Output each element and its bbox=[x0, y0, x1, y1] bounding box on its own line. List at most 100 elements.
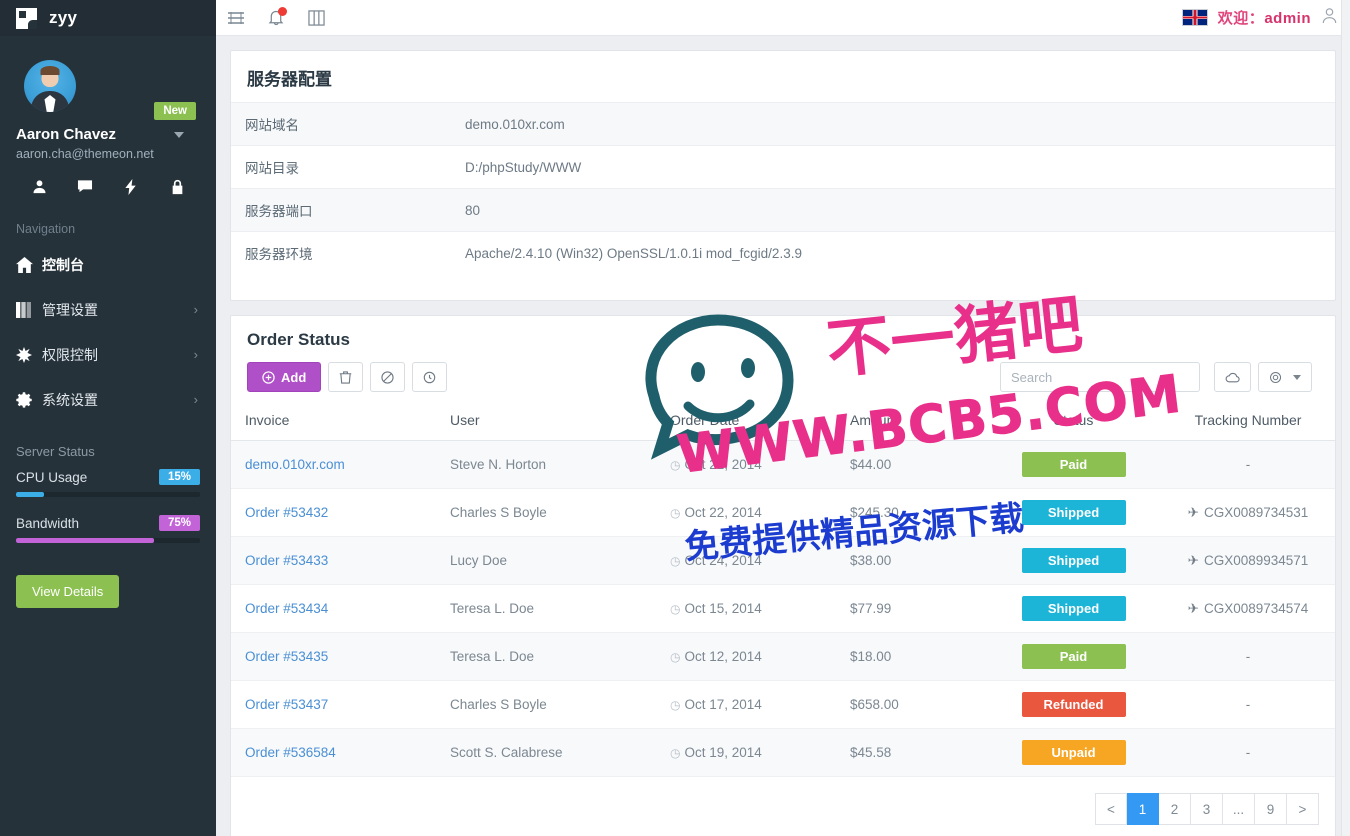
table-row[interactable]: Order #536584 Scott S. Calabrese ◷ Oct 19, … bbox=[231, 728, 1335, 777]
column-header-order-date[interactable]: Order Date bbox=[656, 406, 836, 441]
bandwidth-bar bbox=[16, 538, 200, 543]
pagination-item[interactable]: > bbox=[1287, 793, 1319, 825]
column-header-amount[interactable]: Amount bbox=[836, 406, 986, 441]
pagination-item[interactable]: 2 bbox=[1159, 793, 1191, 825]
search-input[interactable] bbox=[1000, 362, 1200, 392]
cell-status: Shipped bbox=[986, 536, 1161, 585]
clock-icon: ◷ bbox=[670, 650, 681, 664]
cell-status: Paid bbox=[986, 632, 1161, 681]
user-outline-icon[interactable] bbox=[1321, 7, 1338, 29]
orders-panel: Order Status Add Search Invoice User Ord… bbox=[230, 315, 1336, 836]
brand-name: zyy bbox=[49, 8, 78, 27]
chat-icon[interactable] bbox=[62, 179, 108, 198]
sidebar-item-label: 管理设置 bbox=[42, 301, 98, 318]
ban-icon[interactable] bbox=[370, 362, 406, 392]
sidebar-item-system-settings[interactable]: 系统设置 › bbox=[0, 377, 216, 422]
table-row[interactable]: Order #53435 Teresa L. Doe ◷ Oct 12, 2014 $1… bbox=[231, 632, 1335, 681]
cell-invoice[interactable]: Order #53433 bbox=[231, 536, 436, 585]
topbar-right: 欢迎：admin bbox=[1181, 7, 1350, 29]
status-badge: Unpaid bbox=[1021, 740, 1126, 765]
sidebar-item-label: 系统设置 bbox=[42, 391, 98, 408]
pagination-item[interactable]: 9 bbox=[1255, 793, 1287, 825]
pagination-item[interactable]: < bbox=[1095, 793, 1127, 825]
home-icon bbox=[16, 256, 42, 273]
config-value: demo.010xr.com bbox=[465, 116, 565, 132]
cell-status: Shipped bbox=[986, 488, 1161, 537]
cell-user: Teresa L. Doe bbox=[436, 632, 656, 681]
profile-name: Aaron Chavez bbox=[16, 126, 117, 143]
chevron-down-icon bbox=[1293, 374, 1301, 380]
trash-icon[interactable] bbox=[328, 362, 364, 392]
status-badge: Shipped bbox=[1021, 500, 1126, 525]
profile-quick-actions bbox=[16, 179, 200, 204]
view-details-button[interactable]: View Details bbox=[16, 575, 120, 608]
table-row[interactable]: Order #53433 Lucy Doe ◷ Oct 24, 2014 $38.00 S… bbox=[231, 536, 1335, 585]
cloud-icon[interactable] bbox=[1214, 362, 1251, 392]
pagination-item[interactable]: 3 bbox=[1191, 793, 1223, 825]
chevron-right-icon: › bbox=[193, 347, 198, 362]
column-header-user[interactable]: User bbox=[436, 406, 656, 441]
avatar[interactable] bbox=[24, 60, 76, 112]
cpu-usage-row: CPU Usage 15% bbox=[16, 469, 200, 485]
table-row[interactable]: demo.010xr.com Steve N. Horton ◷ Oct 22, 20… bbox=[231, 440, 1335, 489]
table-row: 网站域名 demo.010xr.com bbox=[231, 102, 1335, 146]
brand[interactable]: zyy bbox=[0, 0, 216, 36]
sidebar: zyy New Aaron Chavez aaron.cha@themeon.n… bbox=[0, 0, 216, 836]
cell-user: Scott S. Calabrese bbox=[436, 728, 656, 777]
column-header-tracking-number[interactable]: Tracking Number bbox=[1161, 406, 1335, 441]
config-value: 80 bbox=[465, 202, 481, 218]
cell-invoice[interactable]: demo.010xr.com bbox=[231, 440, 436, 489]
pagination-item[interactable]: ... bbox=[1223, 793, 1255, 825]
cell-amount: $658.00 bbox=[836, 680, 986, 729]
status-badge: Paid bbox=[1021, 452, 1126, 477]
column-header-status[interactable]: Status bbox=[986, 406, 1161, 441]
cell-order-date: ◷ Oct 15, 2014 bbox=[656, 584, 836, 633]
gear-dropdown-icon[interactable] bbox=[1258, 362, 1312, 392]
server-status-widget: Server Status CPU Usage 15% Bandwidth 75… bbox=[16, 444, 200, 543]
chevron-right-icon: › bbox=[193, 392, 198, 407]
add-button[interactable]: Add bbox=[247, 362, 322, 392]
orders-table: Invoice User Order Date Amount Status Tr… bbox=[231, 406, 1335, 777]
config-key: 服务器端口 bbox=[245, 204, 313, 219]
sidebar-item-management[interactable]: 管理设置 › bbox=[0, 287, 216, 332]
cell-amount: $45.58 bbox=[836, 728, 986, 777]
config-key: 服务器环境 bbox=[245, 247, 313, 262]
menu-icon[interactable] bbox=[216, 0, 256, 36]
layout-icon[interactable] bbox=[296, 0, 336, 36]
uk-flag-icon[interactable] bbox=[1181, 9, 1208, 26]
welcome-label: 欢迎： bbox=[1217, 10, 1265, 27]
book-icon bbox=[16, 301, 42, 318]
plane-icon: ✈ bbox=[1187, 504, 1199, 520]
lock-icon[interactable] bbox=[154, 179, 200, 198]
sidebar-item-permissions[interactable]: 权限控制 › bbox=[0, 332, 216, 377]
cell-tracking: - bbox=[1161, 440, 1335, 489]
cell-amount: $44.00 bbox=[836, 440, 986, 489]
cell-user: Charles S Boyle bbox=[436, 680, 656, 729]
cell-invoice[interactable]: Order #53435 bbox=[231, 632, 436, 681]
cpu-usage-value: 15% bbox=[158, 469, 200, 485]
cell-user: Lucy Doe bbox=[436, 536, 656, 585]
cell-invoice[interactable]: Order #536584 bbox=[231, 728, 436, 777]
cell-invoice[interactable]: Order #53434 bbox=[231, 584, 436, 633]
scrollbar[interactable] bbox=[1341, 0, 1350, 836]
topbar: 欢迎：admin bbox=[216, 0, 1350, 36]
profile-name-row[interactable]: Aaron Chavez bbox=[16, 126, 200, 143]
table-row[interactable]: Order #53434 Teresa L. Doe ◷ Oct 15, 2014 $7… bbox=[231, 584, 1335, 633]
user-icon[interactable] bbox=[16, 179, 62, 198]
status-badge: Refunded bbox=[1021, 692, 1126, 717]
column-header-invoice[interactable]: Invoice bbox=[231, 406, 436, 441]
pagination-item[interactable]: 1 bbox=[1127, 793, 1159, 825]
cell-order-date: ◷ Oct 12, 2014 bbox=[656, 632, 836, 681]
refresh-icon[interactable] bbox=[412, 362, 448, 392]
table-row[interactable]: Order #53437 Charles S Boyle ◷ Oct 17, 2014… bbox=[231, 680, 1335, 729]
content-area: 服务器配置 网站域名 demo.010xr.com 网站目录 D:/phpStu… bbox=[216, 36, 1350, 836]
table-row[interactable]: Order #53432 Charles S Boyle ◷ Oct 22, 2014… bbox=[231, 488, 1335, 537]
cell-invoice[interactable]: Order #53432 bbox=[231, 488, 436, 537]
cell-invoice[interactable]: Order #53437 bbox=[231, 680, 436, 729]
bell-icon[interactable] bbox=[256, 0, 296, 36]
cell-status: Refunded bbox=[986, 680, 1161, 729]
chevron-down-icon[interactable] bbox=[174, 131, 185, 138]
bolt-icon[interactable] bbox=[108, 179, 154, 198]
sidebar-item-dashboard[interactable]: 控制台 bbox=[0, 242, 216, 287]
clock-icon: ◷ bbox=[670, 506, 681, 520]
